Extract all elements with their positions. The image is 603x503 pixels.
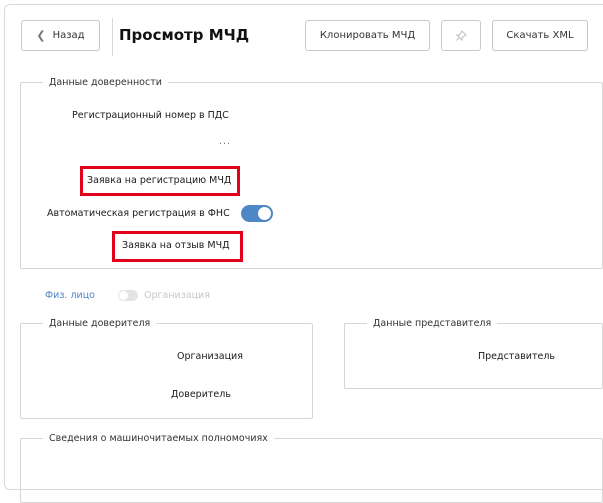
principal-organization-label: Организация [177, 351, 243, 362]
person-type-toggle[interactable] [118, 290, 138, 301]
person-type-organization-label[interactable]: Организация [144, 290, 210, 301]
clone-button-label: Клонировать МЧД [319, 30, 416, 41]
principal-label: Доверитель [171, 389, 231, 400]
powers-group: Сведения о машиночитаемых полномочиях [20, 433, 603, 503]
pin-button[interactable] [441, 20, 481, 51]
pin-icon [455, 29, 467, 41]
toggle-knob [258, 207, 271, 220]
download-xml-button-label: Скачать XML [506, 30, 574, 41]
person-type-individual-label[interactable]: Физ. лицо [45, 290, 95, 301]
reg-number-label: Регистрационный номер в ПДС [72, 110, 229, 121]
representative-label: Представитель [478, 351, 555, 362]
trust-data-legend: Данные доверенности [49, 77, 162, 88]
representative-group: Данные представителя [344, 318, 603, 389]
reg-number-value: ... [219, 136, 232, 147]
download-xml-button[interactable]: Скачать XML [492, 20, 588, 51]
header-divider [112, 18, 113, 56]
request-revoke-link[interactable]: Заявка на отзыв МЧД [122, 240, 230, 251]
chevron-left-icon: ❮ [36, 29, 46, 42]
principal-group: Данные доверителя [20, 318, 313, 419]
principal-legend: Данные доверителя [49, 318, 151, 329]
toggle-knob [119, 291, 128, 300]
back-button[interactable]: ❮ Назад [21, 20, 100, 51]
representative-legend: Данные представителя [373, 318, 492, 329]
auto-registration-label: Автоматическая регистрация в ФНС [47, 208, 230, 219]
back-button-label: Назад [52, 30, 85, 41]
auto-registration-toggle[interactable] [241, 205, 273, 222]
clone-button[interactable]: Клонировать МЧД [305, 20, 430, 51]
request-registration-link[interactable]: Заявка на регистрацию МЧД [87, 175, 231, 186]
page-title: Просмотр МЧД [119, 26, 250, 44]
powers-legend: Сведения о машиночитаемых полномочиях [49, 433, 268, 444]
